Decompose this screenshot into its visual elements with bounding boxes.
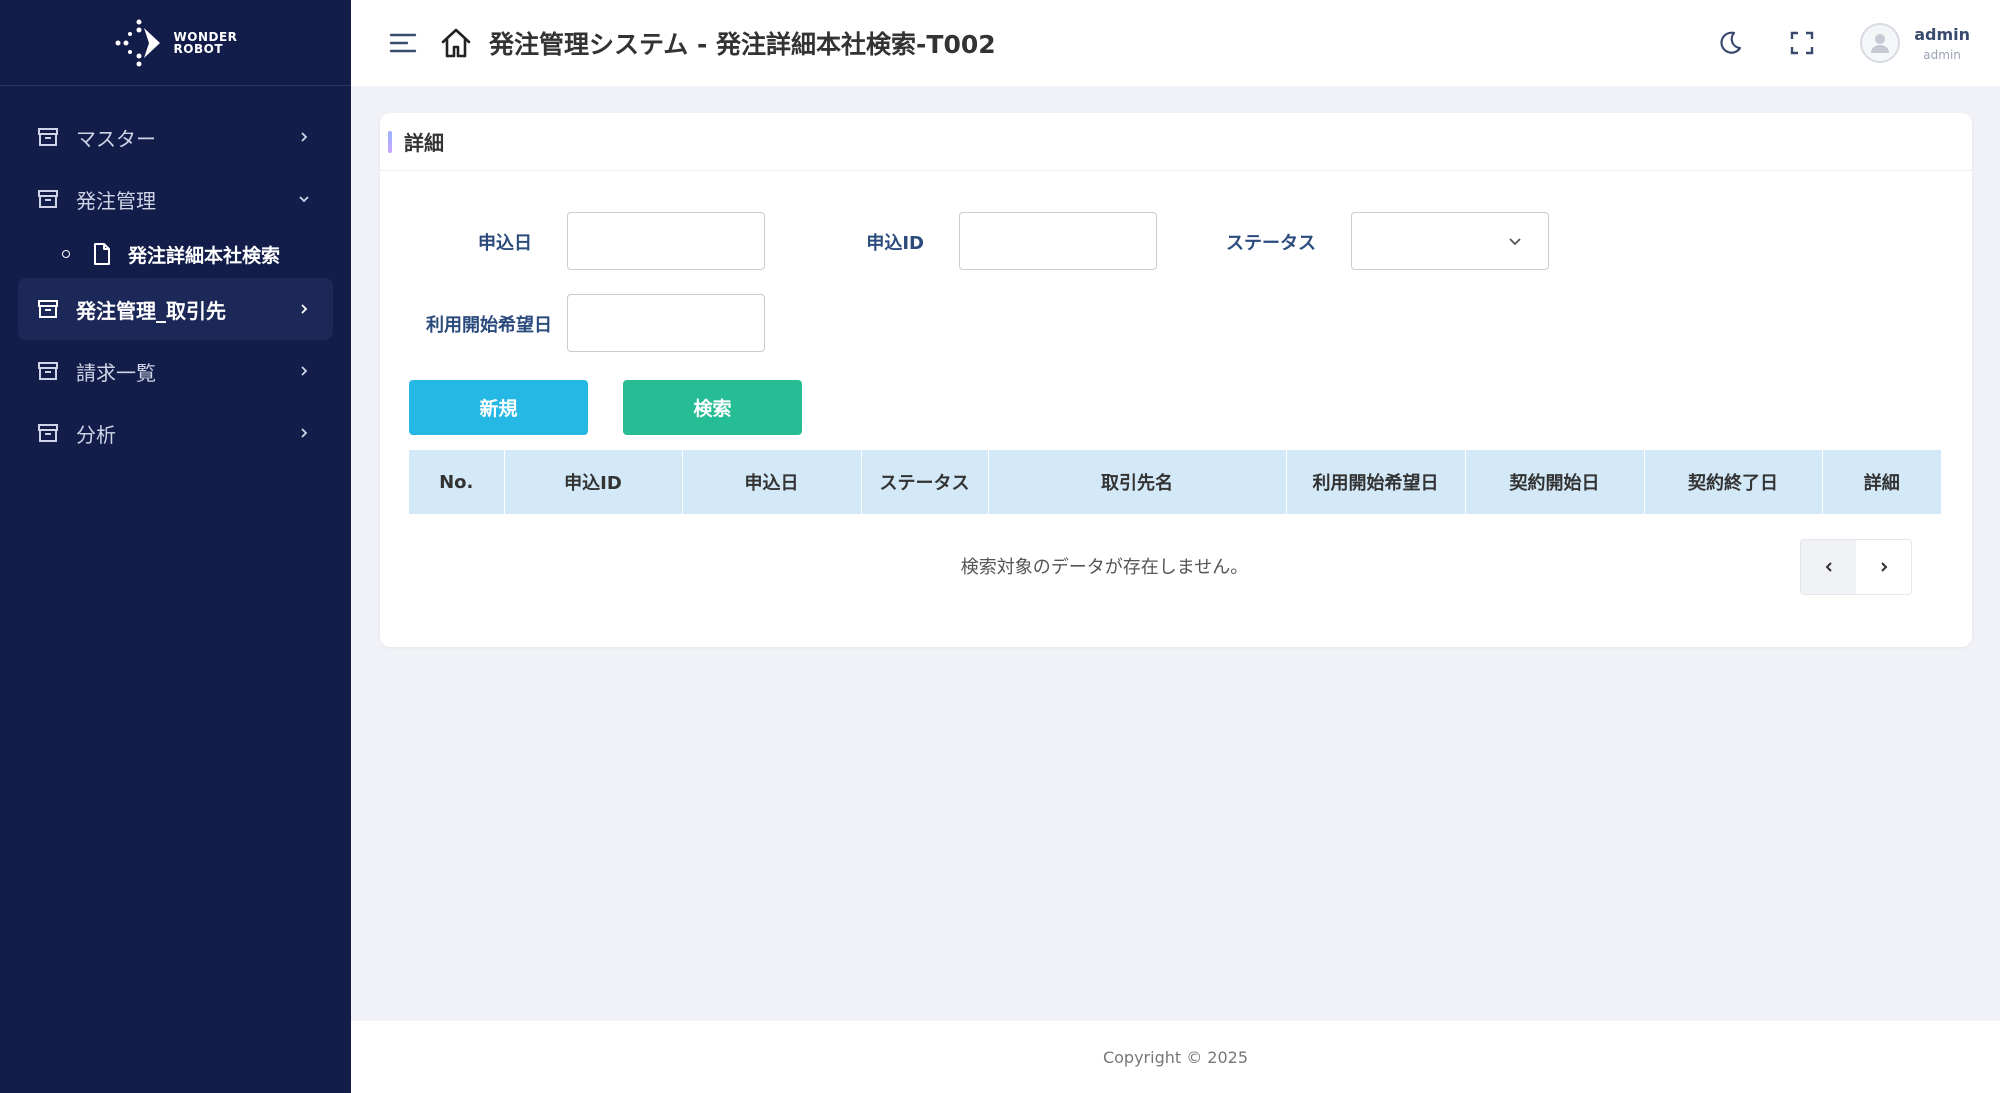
sidebar-item-order-management-partner[interactable]: 発注管理_取引先 xyxy=(18,278,333,340)
column-header[interactable]: 申込ID xyxy=(504,450,683,514)
submenu-item-order-detail-search[interactable]: 発注詳細本社検索 xyxy=(0,230,351,278)
prev-page-button[interactable] xyxy=(1801,540,1856,594)
status-select[interactable] xyxy=(1351,212,1549,270)
card-header: 詳細 xyxy=(380,113,1972,171)
archive-icon xyxy=(38,190,58,208)
sidebar-item-analysis[interactable]: 分析 xyxy=(0,402,351,464)
apply-id-label: 申込ID xyxy=(866,233,924,254)
column-header[interactable]: ステータス xyxy=(861,450,989,514)
footer: Copyright © 2025 xyxy=(351,1021,2000,1093)
chevron-right-icon xyxy=(301,428,308,438)
sidebar-menu: マスター 発注管理 発注詳細本社検索 発注管理_取引先 請求一覧 分析 xyxy=(0,86,351,464)
user-name: admin xyxy=(1914,24,1970,44)
results-table: No. 申込ID 申込日 ステータス 取引先名 利用開始希望日 契約開始日 契約… xyxy=(409,450,1941,514)
dark-mode-icon[interactable] xyxy=(1716,29,1744,57)
start-date-input[interactable] xyxy=(567,294,765,352)
sidebar-item-label: 請求一覧 xyxy=(76,360,156,385)
avatar[interactable] xyxy=(1860,23,1901,63)
archive-icon xyxy=(38,362,58,380)
column-header[interactable]: 取引先名 xyxy=(988,450,1287,514)
home-icon[interactable] xyxy=(439,26,473,60)
chevron-down-icon xyxy=(1509,238,1521,246)
next-page-button[interactable] xyxy=(1856,540,1911,594)
column-header[interactable]: 契約終了日 xyxy=(1644,450,1823,514)
user-role: admin xyxy=(1923,47,1961,62)
column-header[interactable]: 契約開始日 xyxy=(1465,450,1645,514)
header: 発注管理システム - 発注詳細本社検索-T002 admin admin xyxy=(351,0,2000,86)
user-icon xyxy=(1871,34,1890,53)
menu-toggle-icon[interactable] xyxy=(389,31,417,55)
user-info[interactable]: admin admin xyxy=(1914,25,1970,62)
chevron-down-icon xyxy=(299,196,309,203)
logo-line2: ROBOT xyxy=(173,41,224,56)
empty-message: 検索対象のデータが存在しません。 xyxy=(960,557,1249,578)
chevron-left-icon xyxy=(1825,562,1832,572)
archive-icon xyxy=(38,300,58,318)
page-title: 発注管理システム - 発注詳細本社検索-T002 xyxy=(489,30,996,59)
table-header-row: No. 申込ID 申込日 ステータス 取引先名 利用開始希望日 契約開始日 契約… xyxy=(409,450,1941,514)
archive-icon xyxy=(38,424,58,442)
column-header[interactable]: 詳細 xyxy=(1822,450,1941,514)
column-header[interactable]: 申込日 xyxy=(682,450,862,514)
archive-icon xyxy=(38,128,58,146)
logo: WONDER ROBOT xyxy=(0,0,351,86)
document-icon xyxy=(94,243,110,265)
copyright-text: Copyright © 2025 xyxy=(1102,1047,1249,1067)
apply-date-input[interactable] xyxy=(567,212,765,270)
apply-date-label: 申込日 xyxy=(478,233,532,254)
bullet-icon xyxy=(62,250,70,258)
submenu-item-label: 発注詳細本社検索 xyxy=(128,244,281,267)
detail-card: 詳細 申込日 申込ID ステータス 利用開始希望日 新規 検索 No. 申込ID… xyxy=(380,113,1972,647)
sidebar-item-label: 発注管理_取引先 xyxy=(76,298,226,323)
status-label: ステータス xyxy=(1226,233,1316,254)
chevron-right-icon xyxy=(1880,562,1887,572)
column-header[interactable]: 利用開始希望日 xyxy=(1286,450,1466,514)
sidebar-item-label: マスター xyxy=(76,126,156,151)
sidebar-item-order-management[interactable]: 発注管理 xyxy=(0,168,351,230)
apply-id-input[interactable] xyxy=(959,212,1157,270)
sidebar-item-label: 発注管理 xyxy=(76,188,156,213)
search-button[interactable]: 検索 xyxy=(623,380,802,435)
start-date-label: 利用開始希望日 xyxy=(426,315,552,336)
chevron-right-icon xyxy=(301,132,308,142)
fullscreen-icon[interactable] xyxy=(1788,29,1816,57)
logo-line1: WONDER xyxy=(173,29,238,44)
pagination xyxy=(1800,539,1912,595)
logo-icon xyxy=(115,19,160,66)
card-title: 詳細 xyxy=(404,131,444,155)
sidebar-item-label: 分析 xyxy=(76,422,116,447)
chevron-right-icon xyxy=(301,366,308,376)
column-header[interactable]: No. xyxy=(409,450,505,514)
sidebar-item-invoice-list[interactable]: 請求一覧 xyxy=(0,340,351,402)
sidebar: WONDER ROBOT マスター 発注管理 発注詳細本社検索 発注管理_取引先 xyxy=(0,0,351,1093)
new-button[interactable]: 新規 xyxy=(409,380,588,435)
sidebar-item-master[interactable]: マスター xyxy=(0,106,351,168)
title-accent-bar xyxy=(388,130,392,153)
chevron-right-icon xyxy=(301,304,308,314)
